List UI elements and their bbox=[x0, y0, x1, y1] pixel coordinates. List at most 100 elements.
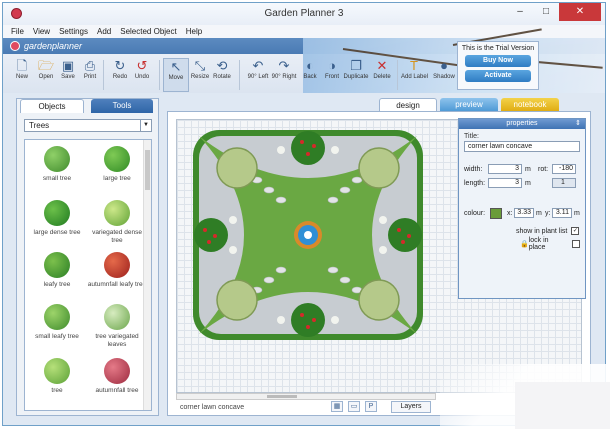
expand-icon[interactable]: ⇕ bbox=[575, 119, 581, 129]
title-bar: Garden Planner 3 – □ ✕ bbox=[3, 3, 605, 25]
add-label-button[interactable]: T Add Label bbox=[401, 58, 428, 92]
colour-swatch[interactable] bbox=[490, 207, 502, 219]
colour-row: colour: x: 3.33 m y: 3.11 m bbox=[464, 207, 580, 219]
page-value[interactable]: 1 bbox=[552, 178, 576, 188]
shadow-button[interactable]: ● Shadow bbox=[431, 58, 457, 92]
view-mode-icons: ▦ ▭ P bbox=[331, 401, 382, 412]
list-item[interactable]: autumnfall leafy tree bbox=[87, 252, 147, 289]
rotate-left-button[interactable]: ↶ 90° Left bbox=[245, 58, 271, 92]
menu-file[interactable]: File bbox=[11, 25, 24, 38]
large-dense-tree-thumbnail bbox=[44, 200, 70, 226]
toolbar-separator bbox=[239, 60, 240, 90]
window-controls: – □ ✕ bbox=[507, 3, 601, 21]
new-button[interactable]: 🗋 New bbox=[9, 58, 35, 92]
small-tree-thumbnail bbox=[44, 146, 70, 172]
object-list-scrollbar[interactable] bbox=[143, 140, 151, 410]
list-item-label: tree bbox=[51, 387, 63, 394]
chevron-down-icon[interactable]: ▼ bbox=[140, 120, 151, 131]
x-label: x: bbox=[507, 209, 513, 217]
tree-variegated-leaves-thumbnail bbox=[104, 304, 130, 330]
tab-objects[interactable]: Objects bbox=[20, 99, 84, 113]
trial-text: This is the Trial Version bbox=[461, 45, 535, 52]
lock-in-place-checkbox[interactable] bbox=[572, 240, 580, 248]
bring-front-icon: ◑ bbox=[328, 58, 336, 73]
lock-in-place-row: 🔒 lock in place bbox=[520, 237, 580, 251]
list-item-label: small tree bbox=[42, 175, 72, 182]
print-button[interactable]: ⎙ Print bbox=[77, 58, 103, 92]
list-item[interactable]: autumnfall tree bbox=[87, 358, 147, 395]
tab-design[interactable]: design bbox=[379, 98, 437, 111]
delete-button[interactable]: ✕ Delete bbox=[369, 58, 395, 92]
menu-selected-object[interactable]: Selected Object bbox=[120, 25, 176, 38]
scrollbar-thumb[interactable] bbox=[267, 395, 297, 398]
rot-label: rot: bbox=[538, 165, 549, 173]
tab-notebook[interactable]: notebook bbox=[501, 98, 559, 111]
y-label: y: bbox=[545, 209, 551, 217]
buy-now-button[interactable]: Buy Now bbox=[465, 55, 531, 67]
menu-view[interactable]: View bbox=[33, 25, 50, 38]
activate-button[interactable]: Activate bbox=[465, 70, 531, 82]
list-item-label: leafy tree bbox=[43, 281, 71, 288]
list-item[interactable]: tree variegated leaves bbox=[87, 304, 147, 349]
width-field[interactable]: 3 bbox=[488, 164, 522, 174]
menu-help[interactable]: Help bbox=[186, 25, 202, 38]
list-item-label: small leafy tree bbox=[35, 333, 79, 340]
y-field[interactable]: 3.11 bbox=[552, 208, 572, 218]
list-item[interactable]: large dense tree bbox=[27, 200, 87, 237]
list-item[interactable]: small leafy tree bbox=[27, 304, 87, 341]
layers-button[interactable]: Layers bbox=[391, 401, 431, 413]
plant-list-icon[interactable]: P bbox=[365, 401, 377, 412]
menu-settings[interactable]: Settings bbox=[59, 25, 88, 38]
fountain-center bbox=[304, 231, 312, 239]
list-item[interactable]: leafy tree bbox=[27, 252, 87, 289]
properties-body: Title: corner lawn concave width: 3 m ro… bbox=[464, 133, 580, 251]
move-tool-button[interactable]: ↖ Move bbox=[163, 58, 189, 92]
shadow-icon: ● bbox=[440, 58, 448, 73]
duplicate-icon: ❐ bbox=[350, 58, 362, 73]
tab-tools[interactable]: Tools bbox=[91, 99, 153, 113]
show-in-plant-list-checkbox[interactable]: ✓ bbox=[571, 227, 580, 235]
rotate-icon: ⟲ bbox=[216, 58, 228, 73]
maximize-button[interactable]: □ bbox=[533, 3, 559, 21]
title-field[interactable]: corner lawn concave bbox=[464, 141, 580, 152]
category-value: Trees bbox=[29, 121, 50, 130]
list-item-label: tree variegated leaves bbox=[95, 333, 139, 348]
length-field[interactable]: 3 bbox=[488, 178, 522, 188]
objects-panel: Objects Tools Trees ▼ small tree large t… bbox=[16, 98, 159, 416]
rotate-left-icon: ↶ bbox=[252, 58, 264, 73]
menu-bar: File View Settings Add Selected Object H… bbox=[3, 25, 605, 38]
duplicate-button[interactable]: ❐ Duplicate bbox=[343, 58, 369, 92]
menu-add[interactable]: Add bbox=[97, 25, 111, 38]
scrollbar-thumb[interactable] bbox=[145, 150, 150, 190]
y-unit: m bbox=[574, 209, 580, 217]
rotation-field[interactable]: -180 bbox=[552, 164, 576, 174]
measure-icon[interactable]: ▭ bbox=[348, 401, 360, 412]
rotate-right-button[interactable]: ↷ 90° Right bbox=[271, 58, 297, 92]
close-button[interactable]: ✕ bbox=[559, 3, 601, 21]
app-window: Garden Planner 3 – □ ✕ File View Setting… bbox=[2, 2, 606, 426]
rotate-tool-button[interactable]: ⟲ Rotate bbox=[209, 58, 235, 92]
category-select[interactable]: Trees ▼ bbox=[24, 119, 152, 132]
x-field[interactable]: 3.33 bbox=[514, 208, 534, 218]
horizontal-scrollbar[interactable] bbox=[176, 393, 436, 400]
length-unit: m bbox=[525, 179, 531, 187]
title-label: Title: bbox=[464, 133, 479, 140]
list-item[interactable]: tree bbox=[27, 358, 87, 395]
lock-icon: 🔒 bbox=[520, 241, 529, 248]
grid-icon[interactable]: ▦ bbox=[331, 401, 343, 412]
toolbar-separator bbox=[159, 60, 160, 90]
colour-label: colour: bbox=[464, 209, 486, 217]
list-item-label: autumnfall leafy tree bbox=[87, 281, 147, 288]
cursor-icon: ↖ bbox=[170, 59, 182, 74]
undo-button[interactable]: ↺ Undo bbox=[129, 58, 155, 92]
bring-front-button[interactable]: ◑ Front bbox=[319, 58, 345, 92]
minimize-button[interactable]: – bbox=[507, 3, 533, 21]
status-text: corner lawn concave bbox=[180, 404, 245, 411]
lock-in-place-label: lock in place bbox=[528, 237, 549, 251]
large-tree-thumbnail bbox=[104, 146, 130, 172]
list-item[interactable]: small tree bbox=[27, 146, 87, 183]
tab-preview[interactable]: preview bbox=[440, 98, 498, 111]
list-item[interactable]: large tree bbox=[87, 146, 147, 183]
list-item[interactable]: variegated dense tree bbox=[87, 200, 147, 245]
x-unit: m bbox=[536, 209, 542, 217]
